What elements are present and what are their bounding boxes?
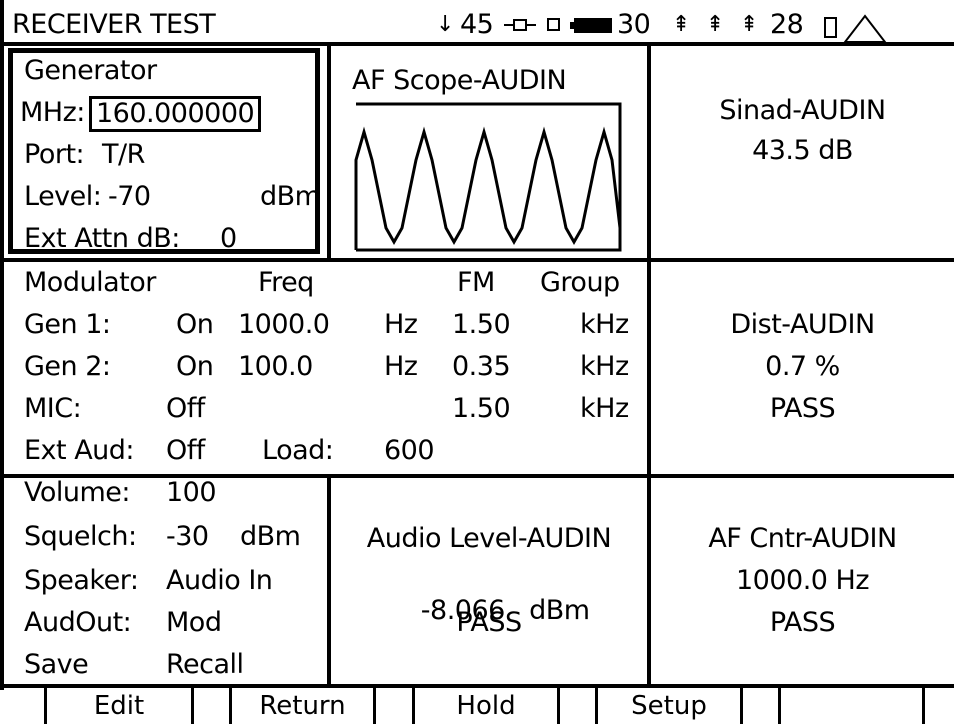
softkey-edge	[922, 688, 925, 724]
gen2-label: Gen 2:	[24, 351, 111, 382]
generator-title: Generator	[24, 55, 157, 86]
gen1-state[interactable]: On	[176, 310, 214, 340]
gen2-dev-unit: kHz	[580, 351, 629, 382]
port-label: Port:	[24, 139, 85, 170]
gen2-dev[interactable]: 0.35	[452, 352, 511, 382]
load-label: Load:	[262, 435, 334, 466]
load-value[interactable]: 600	[384, 436, 435, 466]
indicator-1: 45	[460, 9, 494, 40]
volume-value[interactable]: 100	[166, 478, 217, 508]
plug-icon	[504, 19, 536, 31]
down-arrow-icon: ↓	[436, 12, 455, 37]
ext-attn-value[interactable]: 0	[220, 224, 237, 254]
volume-label: Volume:	[24, 477, 131, 508]
speaker-value[interactable]: Audio In	[166, 566, 273, 596]
antenna-2-icon: ⇞	[706, 12, 725, 37]
row-divider-2	[0, 474, 954, 478]
blank-softkey[interactable]	[781, 688, 922, 724]
scope-title: AF Scope-AUDIN	[352, 65, 567, 96]
warning-triangle-icon	[843, 14, 887, 43]
ext-aud-label: Ext Aud:	[24, 435, 135, 466]
save-label[interactable]: Save	[24, 650, 89, 680]
gen2-freq-unit: Hz	[384, 351, 418, 382]
level-label: Level:	[24, 181, 102, 212]
squelch-unit: dBm	[240, 521, 301, 552]
af-counter-title: AF Cntr-AUDIN	[708, 523, 897, 554]
mic-label: MIC:	[24, 393, 82, 424]
gen1-dev-unit: kHz	[580, 309, 629, 340]
scope-trace	[354, 102, 622, 254]
indicator-2: 30	[617, 9, 651, 40]
speaker-label: Speaker:	[24, 565, 139, 596]
col-fm: FM	[457, 267, 495, 298]
af-counter-value: 1000.0 Hz	[735, 565, 870, 596]
mic-dev-unit: kHz	[580, 393, 629, 424]
softkey-edge	[740, 688, 743, 724]
square-icon	[547, 18, 560, 31]
audio-level-title: Audio Level-AUDIN	[366, 523, 612, 554]
edit-softkey[interactable]: Edit	[47, 688, 191, 724]
mic-state[interactable]: Off	[166, 394, 205, 424]
gen2-freq[interactable]: 100.0	[238, 352, 313, 382]
softkey-edge	[191, 688, 194, 724]
col-group: Group	[540, 267, 620, 298]
row-divider-1	[0, 258, 954, 262]
mhz-label: MHz:	[20, 97, 85, 128]
battery-icon	[570, 18, 612, 33]
softkey-edge	[373, 688, 376, 724]
left-border	[0, 0, 4, 690]
sinad-value: 43.5 dB	[752, 135, 853, 166]
setup-softkey[interactable]: Setup	[598, 688, 740, 724]
audio-level-status: PASS	[456, 607, 522, 638]
dist-status: PASS	[769, 393, 836, 424]
squelch-label: Squelch:	[24, 521, 137, 552]
mic-dev[interactable]: 1.50	[452, 394, 511, 424]
screen-title: RECEIVER TEST	[12, 9, 216, 40]
modulator-title: Modulator	[24, 267, 156, 298]
dist-value: 0.7 %	[765, 351, 840, 382]
antenna-3-icon: ⇞	[740, 12, 759, 37]
level-value[interactable]: -70	[108, 182, 151, 212]
box-icon	[824, 17, 837, 38]
antenna-1-icon: ⇞	[672, 12, 691, 37]
indicator-3: 28	[770, 9, 804, 40]
recall-label[interactable]: Recall	[166, 650, 244, 680]
squelch-value[interactable]: -30	[166, 522, 209, 552]
return-softkey[interactable]: Return	[232, 688, 373, 724]
col-freq: Freq	[258, 267, 314, 298]
audout-value[interactable]: Mod	[166, 608, 222, 638]
level-unit: dBm	[260, 181, 321, 212]
hold-softkey[interactable]: Hold	[415, 688, 557, 724]
header-divider	[0, 42, 954, 46]
ext-attn-label: Ext Attn dB:	[24, 223, 180, 254]
receiver-test-screen: RECEIVER TEST ↓ 45 30 ⇞ ⇞ ⇞ 28 Generator…	[0, 0, 954, 724]
ext-aud-value[interactable]: Off	[166, 436, 205, 466]
sinad-title: Sinad-AUDIN	[719, 95, 886, 126]
gen1-freq-unit: Hz	[384, 309, 418, 340]
top-middle-divider	[327, 44, 331, 260]
af-counter-status: PASS	[769, 607, 836, 638]
gen1-freq[interactable]: 1000.0	[238, 310, 330, 340]
gen1-dev[interactable]: 1.50	[452, 310, 511, 340]
dist-title: Dist-AUDIN	[730, 309, 875, 340]
port-value[interactable]: T/R	[102, 140, 145, 170]
gen2-state[interactable]: On	[176, 352, 214, 382]
mhz-field[interactable]: 160.000000	[89, 96, 262, 132]
gen1-label: Gen 1:	[24, 309, 111, 340]
softkey-edge	[557, 688, 560, 724]
audout-label: AudOut:	[24, 607, 132, 638]
